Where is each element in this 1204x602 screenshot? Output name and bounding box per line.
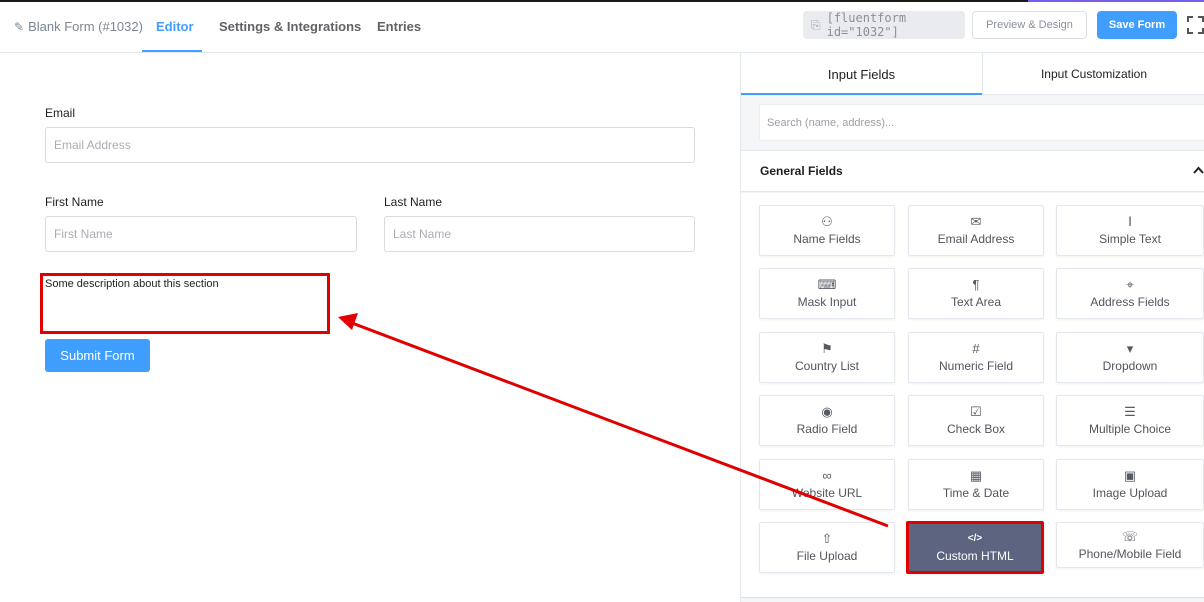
field-card-mask-input[interactable]: ⌨ Mask Input [759,268,895,319]
field-card-label: Dropdown [1102,359,1158,373]
field-card-label: Website URL [791,486,863,500]
field-card-numeric-field[interactable]: # Numeric Field [908,332,1044,383]
hash-icon: # [972,341,980,356]
field-card-website-url[interactable]: ∞ Website URL [759,459,895,510]
shortcode-text: [fluentform id="1032"] [826,11,907,39]
submit-form-button[interactable]: Submit Form [45,339,150,372]
field-card-label: Image Upload [1092,486,1168,500]
keyboard-icon: ⌨ [817,277,837,292]
field-card-label: Address Fields [1090,295,1170,309]
field-card-address-fields[interactable]: ⌖ Address Fields [1056,268,1204,319]
field-card-country-list[interactable]: ⚑ Country List [759,332,895,383]
field-card-image-upload[interactable]: ▣ Image Upload [1056,459,1204,510]
checkbox-icon: ☑ [970,404,982,419]
field-card-phone-mobile-field[interactable]: ☏ Phone/Mobile Field [1056,522,1204,568]
last-name-field[interactable]: Last Name [384,216,695,252]
upload-icon: ⇧ [821,531,833,546]
preview-design-button[interactable]: Preview & Design [972,11,1087,39]
paragraph-icon: ¶ [972,277,980,292]
field-card-label: File Upload [796,549,858,563]
user-icon: ⚇ [821,214,833,229]
location-pin-icon: ⌖ [1126,277,1134,292]
tab-entries[interactable]: Entries [377,19,421,34]
field-card-email-address[interactable]: ✉ Email Address [908,205,1044,256]
field-card-time-date[interactable]: ▦ Time & Date [908,459,1044,510]
link-icon: ∞ [822,468,832,483]
tab-input-customization[interactable]: Input Customization [982,53,1204,95]
envelope-icon: ✉ [970,214,982,229]
list-icon: ☰ [1124,404,1136,419]
sidebar-tabs: Input Fields Input Customization [741,53,1204,95]
field-card-label: Numeric Field [938,359,1013,373]
field-card-label: Check Box [946,422,1006,436]
shortcode-display[interactable]: ⎘ [fluentform id="1032"] [803,11,965,39]
chevron-up-icon[interactable] [1192,163,1204,177]
radio-icon: ◉ [821,404,833,419]
image-icon: ▣ [1123,468,1137,483]
general-fields-header[interactable]: General Fields [741,150,1204,192]
sidebar-tab-indicator [741,93,982,95]
field-card-name-fields[interactable]: ⚇ Name Fields [759,205,895,256]
sidebar-divider [741,597,1204,602]
field-card-label: Radio Field [796,422,858,436]
sidebar: Input Fields Input Customization Search … [740,53,1204,602]
form-title[interactable]: ✎ Blank Form (#1032) [14,19,143,34]
dropdown-icon: ▾ [1126,341,1134,356]
calendar-icon: ▦ [969,468,983,483]
first-name-label: First Name [45,195,104,209]
field-card-label: Custom HTML [936,549,1014,563]
field-card-label: Multiple Choice [1088,422,1172,436]
last-name-label: Last Name [384,195,443,209]
save-form-button[interactable]: Save Form [1097,11,1177,39]
active-tab-indicator [142,50,202,52]
form-title-text: Blank Form (#1032) [28,19,143,34]
code-icon: </> [967,533,983,544]
phone-icon: ☏ [1121,528,1139,544]
flag-icon: ⚑ [821,341,833,356]
field-card-radio-field[interactable]: ◉ Radio Field [759,395,895,446]
text-cursor-icon: Ⅰ [1128,214,1132,229]
field-card-label: Text Area [950,295,1002,309]
top-bar: ✎ Blank Form (#1032) Editor Settings & I… [0,2,1204,53]
field-card-text-area[interactable]: ¶ Text Area [908,268,1044,319]
field-search-input[interactable]: Search (name, address)... [759,104,1204,141]
field-card-label: Country List [794,359,860,373]
email-field[interactable]: Email Address [45,127,695,163]
field-card-dropdown[interactable]: ▾ Dropdown [1056,332,1204,383]
copy-icon: ⎘ [811,17,821,32]
field-card-multiple-choice[interactable]: ☰ Multiple Choice [1056,395,1204,446]
highlight-box [40,273,330,334]
field-card-label: Time & Date [942,486,1010,500]
fullscreen-icon[interactable] [1187,16,1204,34]
first-name-field[interactable]: First Name [45,216,357,252]
field-card-simple-text[interactable]: Ⅰ Simple Text [1056,205,1204,256]
tab-editor[interactable]: Editor [156,19,194,34]
field-card-label: Simple Text [1099,232,1161,246]
field-card-label: Email Address [937,232,1015,246]
field-card-check-box[interactable]: ☑ Check Box [908,395,1044,446]
field-card-custom-html[interactable]: </> Custom HTML [906,521,1044,574]
field-card-label: Phone/Mobile Field [1078,546,1182,561]
field-card-label: Name Fields [793,232,861,246]
pencil-icon: ✎ [14,19,25,34]
tab-settings-integrations[interactable]: Settings & Integrations [219,19,361,34]
field-card-label: Mask Input [797,295,857,309]
field-card-file-upload[interactable]: ⇧ File Upload [759,522,895,573]
tab-input-fields[interactable]: Input Fields [741,53,982,95]
email-label: Email [45,106,76,120]
